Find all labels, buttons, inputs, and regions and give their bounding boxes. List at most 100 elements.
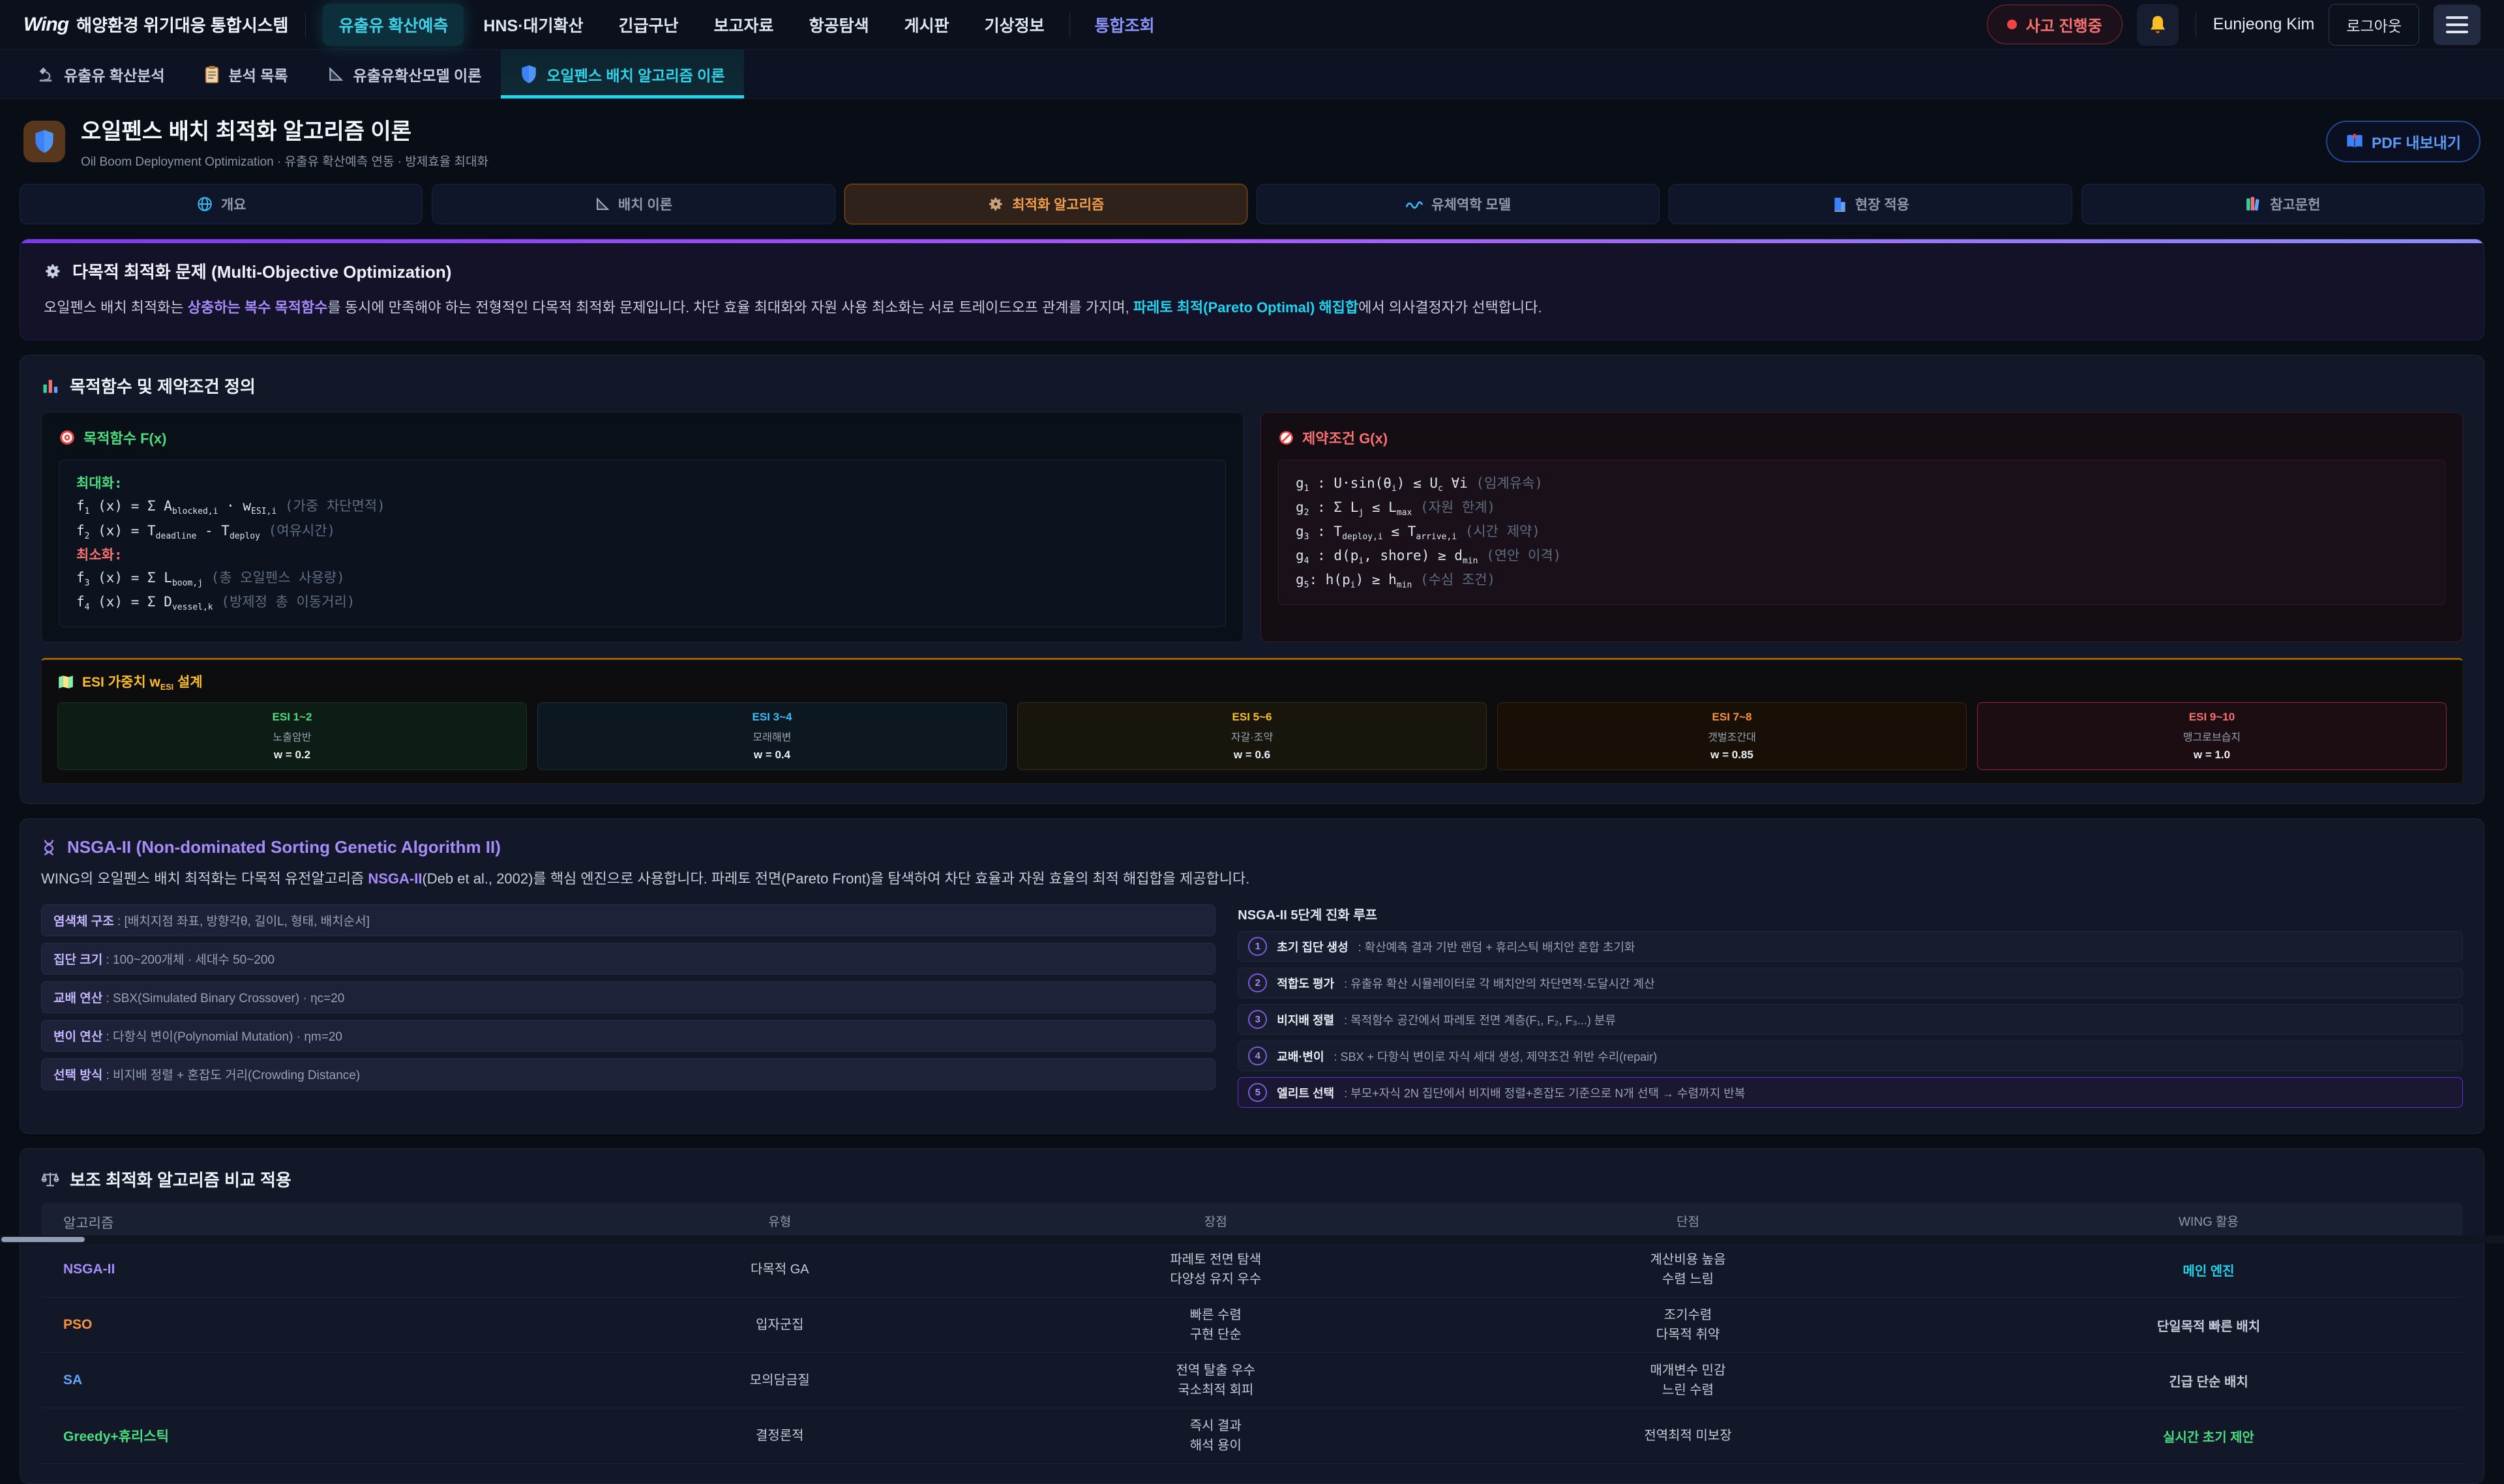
wing-usage: 단일목적 빠른 배치 xyxy=(1954,1316,2463,1335)
tab-label: 현장 적용 xyxy=(1855,194,1909,214)
highlight-conflicting-objectives: 상충하는 복수 목적함수 xyxy=(188,299,328,316)
algorithm-pros: 즉시 결과해석 용이 xyxy=(1010,1416,1422,1455)
tab-references[interactable]: 참고문헌 xyxy=(2081,184,2484,224)
page-header: 오일펜스 배치 최적화 알고리즘 이론 Oil Boom Deployment … xyxy=(0,99,2504,181)
incident-status-badge: 사고 진행중 xyxy=(1987,5,2123,44)
tab-optimization-algorithm[interactable]: 최적화 알고리즘 xyxy=(844,184,1247,224)
tab-deployment-theory[interactable]: 배치 이론 xyxy=(432,184,835,224)
esi-weight: w = 1.0 xyxy=(1983,749,2441,762)
nsga-section: NSGA-II (Non-dominated Sorting Genetic A… xyxy=(20,818,2484,1134)
incident-status-label: 사고 진행중 xyxy=(2026,13,2102,36)
tab-label: 참고문헌 xyxy=(2270,194,2320,214)
subnav-item-spill-analysis[interactable]: 유출유 확산분석 xyxy=(17,50,185,98)
formula-line: f3 (x) = Σ Lboom,j (총 오일펜스 사용량) xyxy=(76,567,1208,591)
nav-item-board[interactable]: 게시판 xyxy=(889,4,965,46)
notifications-button[interactable] xyxy=(2137,4,2179,46)
wave-icon xyxy=(1405,197,1423,211)
param-row-chromosome: 염색체 구조 : [배치지점 좌표, 방향각θ, 길이L, 형태, 배치순서] xyxy=(41,904,1215,936)
primary-nav: 유출유 확산예측 HNS·대기확산 긴급구난 보고자료 항공탐색 게시판 기상정… xyxy=(323,4,1170,46)
tab-field-application[interactable]: 현장 적용 xyxy=(1669,184,2072,224)
nsga-params-list: 염색체 구조 : [배치지점 좌표, 방향각θ, 길이L, 형태, 배치순서] … xyxy=(41,904,1215,1114)
param-row-selection: 선택 방식 : 비지배 정렬 + 혼잡도 거리(Crowding Distanc… xyxy=(41,1058,1215,1090)
algorithm-cons: 조기수렴다목적 취약 xyxy=(1422,1305,1954,1344)
subnav-label: 오일펜스 배치 알고리즘 이론 xyxy=(546,63,724,85)
col-header-wing-usage: WING 활용 xyxy=(1954,1213,2463,1232)
nav-item-rescue[interactable]: 긴급구난 xyxy=(603,4,694,46)
top-bar-right: 사고 진행중 Eunjeong Kim 로그아웃 xyxy=(1987,4,2481,46)
col-header-pros: 장점 xyxy=(1010,1213,1422,1232)
esi-range: ESI 7~8 xyxy=(1503,711,1961,724)
tab-label: 유체역학 모델 xyxy=(1431,194,1511,214)
evolution-step-4: 4 교배·변이 : SBX + 다항식 변이로 자식 세대 생성, 제약조건 위… xyxy=(1238,1041,2463,1071)
objective-formula-block: 최대화: f1 (x) = Σ Ablocked,i · wESI,i (가중 … xyxy=(59,460,1226,627)
pdf-export-button[interactable]: PDF 내보내기 xyxy=(2326,121,2481,162)
page-subtitle: Oil Boom Deployment Optimization · 유출유 확… xyxy=(81,152,488,170)
formula-line: g1 : U·sin(θi) ≤ Uc ∀i (임계유속) xyxy=(1296,472,2428,496)
evolution-step-3: 3 비지배 정렬 : 목적함수 공간에서 파레토 전면 계층(F₁, F₂, F… xyxy=(1238,1004,2463,1035)
content-tabs: 개요 배치 이론 최적화 알고리즘 유체역학 모델 현장 적용 xyxy=(20,184,2484,224)
esi-shore-type: 맹그로브습지 xyxy=(1983,728,2441,744)
subnav-item-diffusion-model-theory[interactable]: 유출유확산모델 이론 xyxy=(308,50,501,98)
nav-item-oil-spill-prediction[interactable]: 유출유 확산예측 xyxy=(323,4,464,46)
esi-card-7-8: ESI 7~8 갯벌조간대 w = 0.85 xyxy=(1497,702,1967,770)
section-title-objectives: 목적함수 및 제약조건 정의 xyxy=(41,374,2463,398)
esi-shore-type: 갯벌조간대 xyxy=(1503,728,1961,744)
page-title-block: 오일펜스 배치 최적화 알고리즘 이론 Oil Boom Deployment … xyxy=(81,113,488,170)
bell-icon xyxy=(2148,14,2168,35)
subnav-item-analysis-list[interactable]: 분석 목록 xyxy=(185,50,308,98)
esi-range: ESI 3~4 xyxy=(543,711,1001,724)
brand-logo[interactable]: Wing 해양환경 위기대응 통합시스템 xyxy=(23,12,288,37)
algorithm-comparison-section: 보조 최적화 알고리즘 비교 적용 알고리즘 유형 장점 단점 WING 활용 … xyxy=(20,1148,2484,1484)
col-header-cons: 단점 xyxy=(1422,1213,1954,1232)
nav-item-integrated-search[interactable]: 통합조회 xyxy=(1079,4,1170,46)
section-title-text: 다목적 최적화 문제 (Multi-Objective Optimization… xyxy=(72,259,451,283)
wing-usage: 실시간 초기 제안 xyxy=(1954,1427,2463,1446)
nav-item-weather[interactable]: 기상정보 xyxy=(969,4,1060,46)
esi-shore-type: 자갈·조약 xyxy=(1023,728,1481,744)
col-header-algorithm: 알고리즘 xyxy=(41,1213,550,1232)
clipboard-icon xyxy=(204,65,220,83)
formula-line: f4 (x) = Σ Dvessel,k (방제정 총 이동거리) xyxy=(76,591,1208,615)
section-title-moo: 다목적 최적화 문제 (Multi-Objective Optimization… xyxy=(44,259,2460,283)
nsga-evolution-loop: NSGA-II 5단계 진화 루프 1 초기 집단 생성 : 확산예측 결과 기… xyxy=(1238,904,2463,1114)
bar-chart-icon xyxy=(41,377,59,395)
tab-label: 개요 xyxy=(221,194,246,214)
purple-accent-line xyxy=(20,239,2484,243)
wing-usage: 메인 엔진 xyxy=(1954,1260,2463,1279)
page-icon-badge xyxy=(23,121,65,162)
nav-item-hns[interactable]: HNS·대기확산 xyxy=(468,4,599,46)
book-icon xyxy=(2346,133,2364,150)
formula-line: f1 (x) = Σ Ablocked,i · wESI,i (가중 차단면적) xyxy=(76,495,1208,519)
tab-hydrodynamics-model[interactable]: 유체역학 모델 xyxy=(1257,184,1660,224)
formula-line: f2 (x) = Tdeadline - Tdeploy (여유시간) xyxy=(76,520,1208,544)
param-row-crossover: 교배 연산 : SBX(Simulated Binary Crossover) … xyxy=(41,981,1215,1013)
shield-icon xyxy=(33,129,55,154)
formula-line: 최소화: xyxy=(76,544,1208,567)
gear-icon xyxy=(44,262,62,280)
algorithm-name: PSO xyxy=(41,1317,550,1333)
step-number: 5 xyxy=(1248,1083,1267,1102)
tab-overview[interactable]: 개요 xyxy=(20,184,423,224)
subnav-item-boom-algorithm-theory[interactable]: 오일펜스 배치 알고리즘 이론 xyxy=(501,50,744,98)
evolution-step-5: 5 엘리트 선택 : 부모+자식 2N 집단에서 비지배 정렬+혼잡도 기준으로… xyxy=(1238,1077,2463,1108)
target-icon xyxy=(59,429,76,446)
books-icon xyxy=(2245,196,2262,212)
objective-function-panel: 목적함수 F(x) 최대화: f1 (x) = Σ Ablocked,i · w… xyxy=(41,412,1244,642)
divider xyxy=(1069,12,1070,37)
hamburger-menu-button[interactable] xyxy=(2434,5,2481,45)
logout-button[interactable]: 로그아웃 xyxy=(2329,4,2419,46)
horizontal-scrollbar-thumb[interactable] xyxy=(1,1237,85,1242)
horizontal-scrollbar-track[interactable] xyxy=(0,1236,2504,1243)
nav-item-reports[interactable]: 보고자료 xyxy=(698,4,790,46)
nsga-columns: 염색체 구조 : [배치지점 좌표, 방향각θ, 길이L, 형태, 배치순서] … xyxy=(41,904,2463,1114)
ruler-icon xyxy=(595,196,610,212)
app-title: 해양환경 위기대응 통합시스템 xyxy=(76,12,288,37)
nav-item-aerial-search[interactable]: 항공탐색 xyxy=(794,4,885,46)
esi-weights-panel: ESI 가중치 wESI 설계 ESI 1~2 노출암반 w = 0.2 ESI… xyxy=(41,658,2463,784)
section-title-text: 목적함수 및 제약조건 정의 xyxy=(70,374,256,398)
highlight-pareto-optimal: 파레토 최적(Pareto Optimal) 해집합 xyxy=(1133,299,1358,316)
objective-panel-title: 목적함수 F(x) xyxy=(59,427,1226,448)
esi-weight: w = 0.85 xyxy=(1503,749,1961,762)
building-icon xyxy=(1832,196,1847,213)
table-row-pso: PSO 입자군집 빠른 수렴구현 단순 조기수렴다목적 취약 단일목적 빠른 배… xyxy=(41,1298,2463,1353)
